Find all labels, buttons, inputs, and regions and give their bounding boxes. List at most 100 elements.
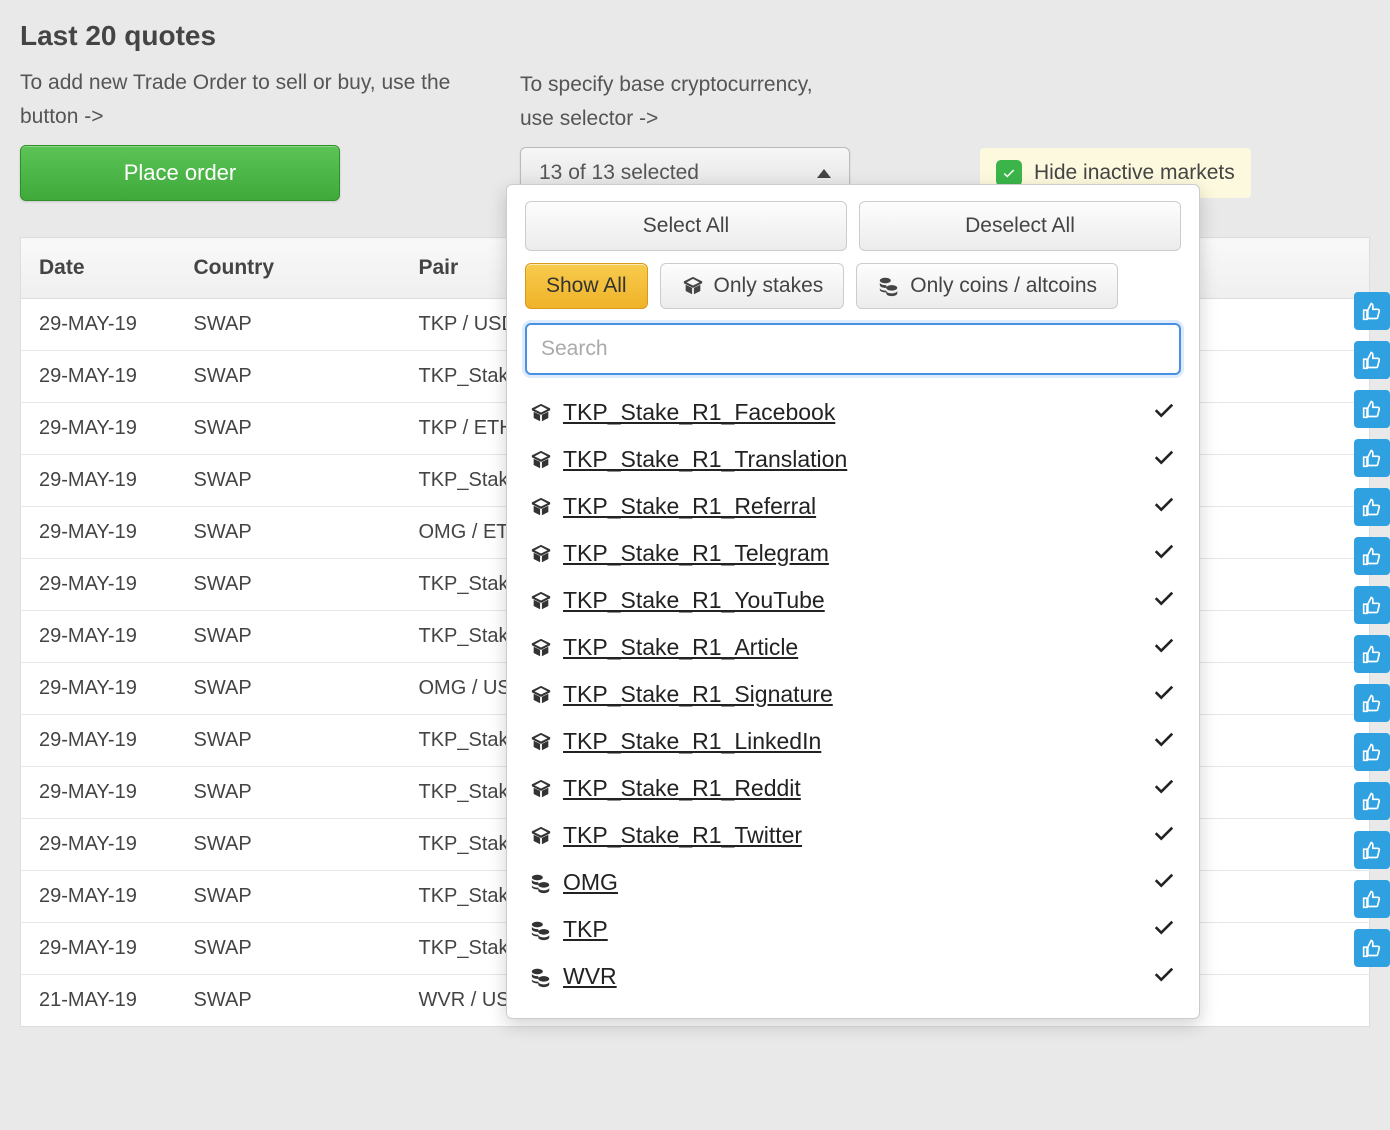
cell-country: SWAP xyxy=(176,767,401,819)
cell-country: SWAP xyxy=(176,455,401,507)
box-icon xyxy=(529,402,553,424)
cell-country: SWAP xyxy=(176,923,401,975)
dropdown-item-label: TKP_Stake_R1_Referral xyxy=(563,493,816,520)
row-action-button[interactable] xyxy=(1354,684,1390,722)
cell-country: SWAP xyxy=(176,559,401,611)
box-icon xyxy=(529,731,553,753)
select-all-button[interactable]: Select All xyxy=(525,201,847,251)
dropdown-item[interactable]: TKP_Stake_R1_Telegram xyxy=(525,530,1181,577)
box-icon xyxy=(529,496,553,518)
dropdown-item[interactable]: TKP xyxy=(525,906,1181,953)
check-icon xyxy=(1151,632,1177,663)
left-instruction: To add new Trade Order to sell or buy, u… xyxy=(20,66,480,133)
box-icon xyxy=(681,275,705,297)
dropdown-item-label: TKP_Stake_R1_Telegram xyxy=(563,540,829,567)
dropdown-item[interactable]: OMG xyxy=(525,859,1181,906)
dropdown-item[interactable]: WVR xyxy=(525,953,1181,1000)
cell-date: 29-MAY-19 xyxy=(21,715,176,767)
check-icon xyxy=(1151,585,1177,616)
dropdown-item[interactable]: TKP_Stake_R1_Signature xyxy=(525,671,1181,718)
row-action-button[interactable] xyxy=(1354,537,1390,575)
row-action-button[interactable] xyxy=(1354,831,1390,869)
dropdown-item[interactable]: TKP_Stake_R1_Referral xyxy=(525,483,1181,530)
cell-date: 29-MAY-19 xyxy=(21,611,176,663)
cell-country: SWAP xyxy=(176,715,401,767)
box-icon xyxy=(529,637,553,659)
dropdown-item-label: TKP_Stake_R1_LinkedIn xyxy=(563,728,821,755)
box-icon xyxy=(529,449,553,471)
check-icon xyxy=(1151,773,1177,804)
filter-show-all-button[interactable]: Show All xyxy=(525,263,648,309)
dropdown-item[interactable]: TKP_Stake_R1_Translation xyxy=(525,436,1181,483)
deselect-all-button[interactable]: Deselect All xyxy=(859,201,1181,251)
dropdown-item[interactable]: TKP_Stake_R1_Reddit xyxy=(525,765,1181,812)
dropdown-item[interactable]: TKP_Stake_R1_Twitter xyxy=(525,812,1181,859)
row-action-button[interactable] xyxy=(1354,635,1390,673)
filter-only-stakes-button[interactable]: Only stakes xyxy=(660,263,845,309)
dropdown-item-label: TKP xyxy=(563,916,608,943)
cell-country: SWAP xyxy=(176,403,401,455)
check-icon xyxy=(1151,397,1177,428)
filter-only-coins-button[interactable]: Only coins / altcoins xyxy=(856,263,1118,309)
cell-date: 29-MAY-19 xyxy=(21,819,176,871)
row-action-button[interactable] xyxy=(1354,929,1390,967)
cell-date: 29-MAY-19 xyxy=(21,923,176,975)
check-icon xyxy=(1151,538,1177,569)
checkbox-checked-icon xyxy=(996,160,1022,186)
currency-dropdown-panel: Select All Deselect All Show All Only st… xyxy=(506,184,1200,1019)
row-action-button[interactable] xyxy=(1354,439,1390,477)
dropdown-item[interactable]: TKP_Stake_R1_YouTube xyxy=(525,577,1181,624)
coins-icon xyxy=(529,919,553,941)
row-action-button[interactable] xyxy=(1354,390,1390,428)
row-action-button[interactable] xyxy=(1354,488,1390,526)
row-action-button[interactable] xyxy=(1354,880,1390,918)
row-action-button[interactable] xyxy=(1354,733,1390,771)
dropdown-search-input[interactable] xyxy=(525,323,1181,375)
box-icon xyxy=(529,778,553,800)
dropdown-item-label: TKP_Stake_R1_YouTube xyxy=(563,587,825,614)
cell-date: 29-MAY-19 xyxy=(21,663,176,715)
box-icon xyxy=(529,825,553,847)
coins-icon xyxy=(877,275,901,297)
cell-date: 29-MAY-19 xyxy=(21,559,176,611)
row-action-button[interactable] xyxy=(1354,292,1390,330)
dropdown-item-label: OMG xyxy=(563,869,618,896)
dropdown-item[interactable]: TKP_Stake_R1_Facebook xyxy=(525,389,1181,436)
check-icon xyxy=(1151,914,1177,945)
row-action-button[interactable] xyxy=(1354,586,1390,624)
dropdown-item[interactable]: TKP_Stake_R1_LinkedIn xyxy=(525,718,1181,765)
coins-icon xyxy=(529,966,553,988)
right-instruction: To specify base cryptocurrency, use sele… xyxy=(520,68,1370,135)
dropdown-item-label: TKP_Stake_R1_Article xyxy=(563,634,798,661)
cell-country: SWAP xyxy=(176,611,401,663)
row-action-button[interactable] xyxy=(1354,341,1390,379)
check-icon xyxy=(1151,444,1177,475)
dropdown-item-label: TKP_Stake_R1_Facebook xyxy=(563,399,835,426)
box-icon xyxy=(529,543,553,565)
row-action-strip xyxy=(1354,292,1390,967)
cell-country: SWAP xyxy=(176,299,401,351)
dropdown-item[interactable]: TKP_Stake_R1_Article xyxy=(525,624,1181,671)
cell-country: SWAP xyxy=(176,819,401,871)
cell-date: 29-MAY-19 xyxy=(21,403,176,455)
cell-date: 29-MAY-19 xyxy=(21,767,176,819)
cell-country: SWAP xyxy=(176,663,401,715)
coins-icon xyxy=(529,872,553,894)
check-icon xyxy=(1151,679,1177,710)
check-icon xyxy=(1151,867,1177,898)
cell-country: SWAP xyxy=(176,507,401,559)
place-order-button[interactable]: Place order xyxy=(20,145,340,201)
row-action-button[interactable] xyxy=(1354,782,1390,820)
cell-date: 29-MAY-19 xyxy=(21,871,176,923)
cell-date: 21-MAY-19 xyxy=(21,975,176,1027)
cell-country: SWAP xyxy=(176,975,401,1027)
dropdown-item-label: TKP_Stake_R1_Translation xyxy=(563,446,847,473)
check-icon xyxy=(1151,491,1177,522)
col-date[interactable]: Date xyxy=(21,238,176,299)
dropdown-item-label: WVR xyxy=(563,963,617,990)
cell-date: 29-MAY-19 xyxy=(21,299,176,351)
page-title: Last 20 quotes xyxy=(20,20,480,52)
dropdown-item-label: TKP_Stake_R1_Reddit xyxy=(563,775,801,802)
dropdown-list: TKP_Stake_R1_Facebook TKP_Stake_R1_Trans… xyxy=(525,389,1181,1000)
col-country[interactable]: Country xyxy=(176,238,401,299)
